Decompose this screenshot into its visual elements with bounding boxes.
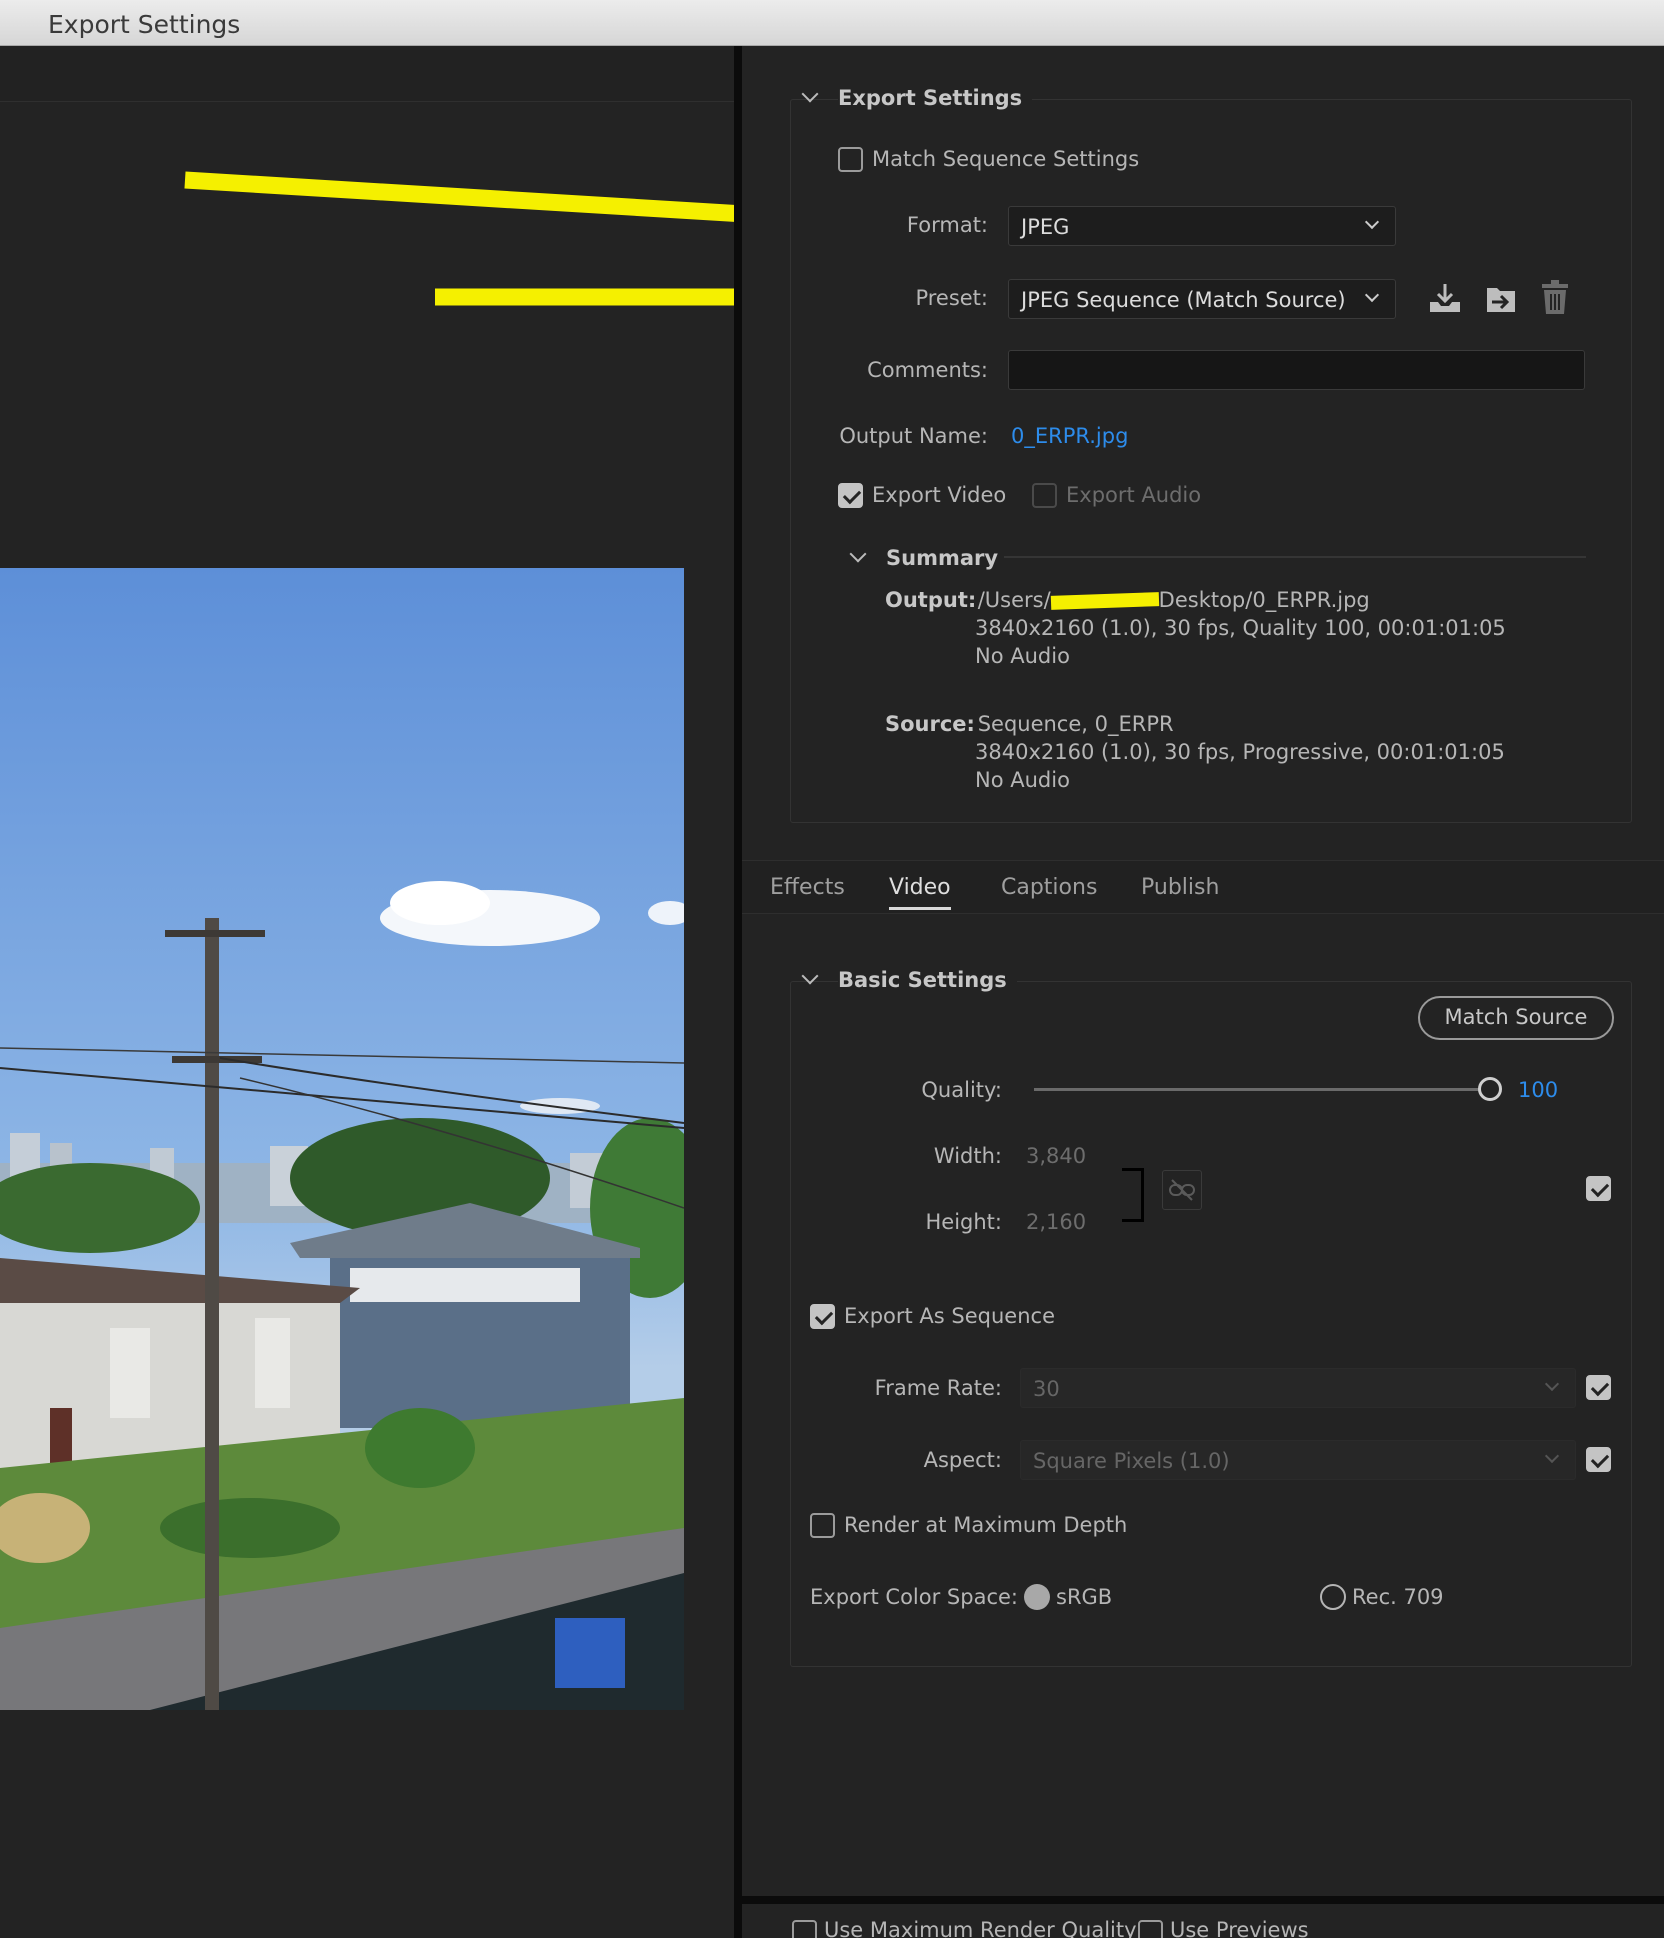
chevron-down-icon xyxy=(1364,214,1380,230)
frame-rate-value: 30 xyxy=(1033,1377,1060,1401)
aspect-override-checkbox[interactable] xyxy=(1586,1447,1611,1472)
summary-output-path-prefix: /Users/ xyxy=(977,588,1051,612)
match-sequence-checkbox[interactable] xyxy=(838,147,863,172)
save-preset-icon[interactable] xyxy=(1428,282,1462,314)
footer-divider xyxy=(742,1896,1664,1904)
summary-source: Source: Sequence, 0_ERPR 3840x2160 (1.0)… xyxy=(885,710,1664,794)
aspect-label: Aspect: xyxy=(923,1448,1002,1472)
summary-output-path-suffix: Desktop/0_ERPR.jpg xyxy=(1158,588,1370,612)
redaction-mark xyxy=(1050,592,1159,610)
aspect-value: Square Pixels (1.0) xyxy=(1033,1449,1230,1473)
summary-source-name: Sequence, 0_ERPR xyxy=(977,712,1174,736)
format-value: JPEG xyxy=(1021,215,1070,239)
preset-dropdown[interactable]: JPEG Sequence (Match Source) xyxy=(1008,279,1396,319)
pane-divider[interactable] xyxy=(734,46,742,1938)
chevron-down-icon xyxy=(1544,1376,1560,1392)
output-name-link[interactable]: 0_ERPR.jpg xyxy=(1011,424,1128,448)
match-source-button[interactable]: Match Source xyxy=(1418,996,1614,1040)
chevron-down-icon xyxy=(1364,287,1380,303)
summary-output-audio: No Audio xyxy=(975,644,1070,668)
video-preview xyxy=(0,568,684,1710)
quality-label: Quality: xyxy=(921,1078,1002,1102)
rec709-radio[interactable] xyxy=(1320,1584,1346,1610)
frame-rate-dropdown[interactable]: 30 xyxy=(1020,1368,1576,1408)
aspect-dropdown[interactable]: Square Pixels (1.0) xyxy=(1020,1440,1576,1480)
summary-header: Summary xyxy=(886,546,999,570)
width-value: 3,840 xyxy=(1026,1144,1087,1168)
frame-rate-label: Frame Rate: xyxy=(874,1376,1002,1400)
tab-video[interactable]: Video xyxy=(889,875,951,910)
constrain-bracket xyxy=(1122,1168,1144,1222)
export-audio-checkbox[interactable] xyxy=(1032,483,1057,508)
dimensions-override-checkbox[interactable] xyxy=(1586,1176,1611,1201)
tab-effects[interactable]: Effects xyxy=(770,875,845,900)
delete-preset-icon[interactable] xyxy=(1540,280,1570,316)
frame-rate-override-checkbox[interactable] xyxy=(1586,1375,1611,1400)
max-render-quality-label: Use Maximum Render Quality xyxy=(824,1918,1137,1938)
export-settings-header: Export Settings xyxy=(838,86,1033,110)
summary-output-specs: 3840x2160 (1.0), 30 fps, Quality 100, 00… xyxy=(975,616,1506,640)
preset-value: JPEG Sequence (Match Source) xyxy=(1021,288,1346,312)
match-sequence-label: Match Sequence Settings xyxy=(872,147,1140,171)
export-video-label: Export Video xyxy=(872,483,1007,507)
color-space-label: Export Color Space: xyxy=(810,1585,1018,1609)
export-as-sequence-label: Export As Sequence xyxy=(844,1304,1055,1328)
summary-output-label: Output: xyxy=(885,588,977,612)
tab-captions[interactable]: Captions xyxy=(1001,875,1097,900)
comments-label: Comments: xyxy=(867,358,988,382)
output-name-label: Output Name: xyxy=(839,424,988,448)
preview-frame-image xyxy=(0,568,684,1710)
format-dropdown[interactable]: JPEG xyxy=(1008,206,1396,246)
export-audio-label: Export Audio xyxy=(1066,483,1202,507)
rec709-label: Rec. 709 xyxy=(1352,1585,1444,1609)
footer-bar: Use Maximum Render Quality Use Previews xyxy=(742,1904,1664,1938)
render-max-depth-label: Render at Maximum Depth xyxy=(844,1513,1128,1537)
max-render-quality-checkbox[interactable] xyxy=(792,1920,817,1938)
summary-source-label: Source: xyxy=(885,712,975,736)
tab-publish[interactable]: Publish xyxy=(1141,875,1219,900)
comments-input[interactable] xyxy=(1008,350,1585,390)
chevron-down-icon xyxy=(1544,1448,1560,1464)
summary-source-specs: 3840x2160 (1.0), 30 fps, Progressive, 00… xyxy=(975,740,1505,764)
use-previews-checkbox[interactable] xyxy=(1138,1920,1163,1938)
format-label: Format: xyxy=(906,213,988,237)
summary-rule xyxy=(1004,556,1586,558)
summary-source-audio: No Audio xyxy=(975,768,1070,792)
export-as-sequence-checkbox[interactable] xyxy=(810,1304,835,1329)
quality-slider-thumb[interactable] xyxy=(1478,1077,1502,1101)
height-label: Height: xyxy=(925,1210,1003,1234)
use-previews-label: Use Previews xyxy=(1170,1918,1309,1938)
quality-value[interactable]: 100 xyxy=(1518,1078,1558,1102)
export-video-checkbox[interactable] xyxy=(838,483,863,508)
quality-slider-fill xyxy=(1034,1088,1490,1091)
width-label: Width: xyxy=(933,1144,1002,1168)
render-max-depth-checkbox[interactable] xyxy=(810,1513,835,1538)
srgb-label: sRGB xyxy=(1056,1585,1113,1609)
preset-label: Preset: xyxy=(915,286,988,310)
srgb-radio[interactable] xyxy=(1024,1584,1050,1610)
summary-output: Output: /Users/Desktop/0_ERPR.jpg 3840x2… xyxy=(885,586,1664,670)
height-value: 2,160 xyxy=(1026,1210,1087,1234)
basic-settings-header: Basic Settings xyxy=(838,968,1017,992)
import-preset-icon[interactable] xyxy=(1484,282,1518,316)
chain-link-icon[interactable] xyxy=(1162,1170,1202,1210)
